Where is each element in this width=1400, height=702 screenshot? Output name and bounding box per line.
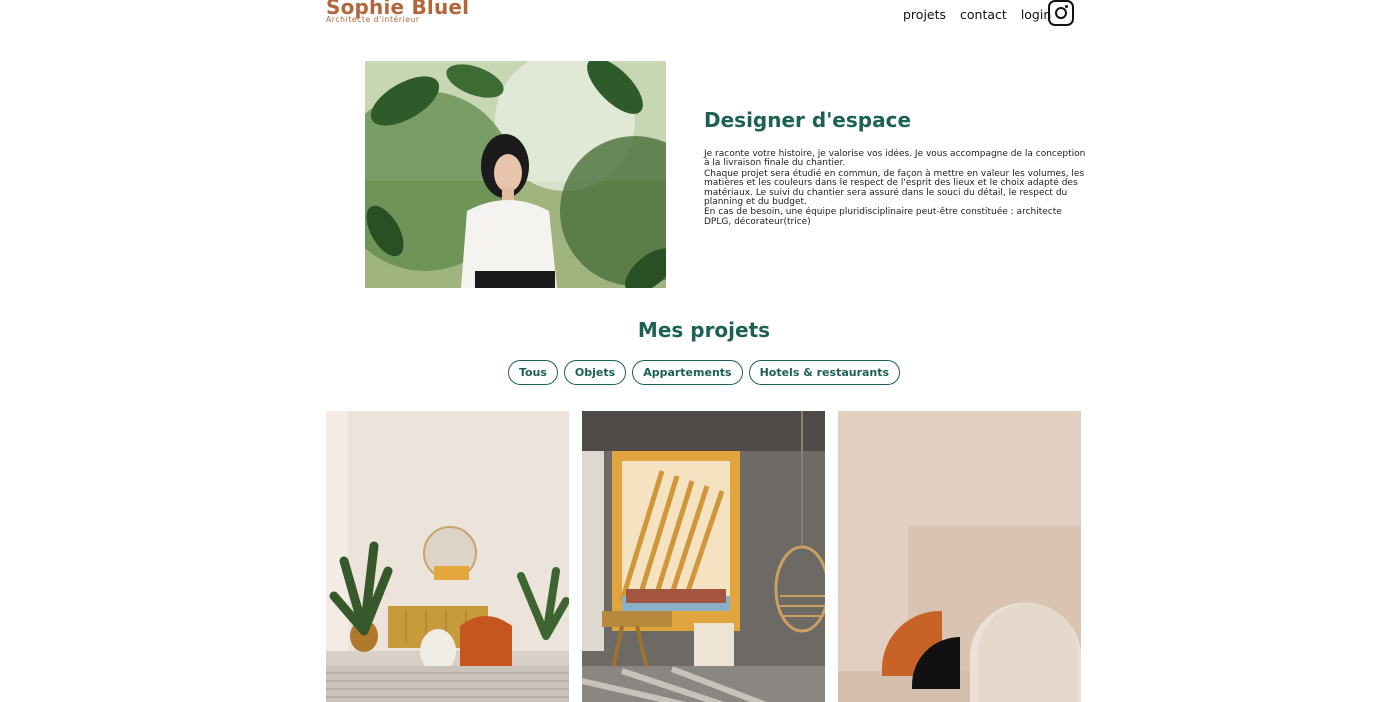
intro-paragraph: Chaque projet sera étudié en commun, de … (704, 168, 1085, 208)
filter-bar: Tous Objets Appartements Hotels & restau… (0, 360, 1400, 385)
main-nav: projets contact login (903, 0, 1051, 28)
logo[interactable]: Sophie Bluel Architecte d'intérieur (326, 0, 469, 24)
nav-link-contact[interactable]: contact (960, 7, 1007, 22)
instagram-icon[interactable] (1048, 0, 1074, 26)
project-image-lounge-window[interactable] (582, 411, 825, 702)
page: Sophie Bluel Architecte d'intérieur proj… (0, 0, 1400, 702)
filter-appartements-button[interactable]: Appartements (632, 360, 743, 385)
nav-link-projets[interactable]: projets (903, 7, 946, 22)
intro-paragraph: En cas de besoin, une équipe pluridiscip… (704, 207, 1062, 227)
filter-tous-button[interactable]: Tous (507, 360, 558, 385)
filter-objets-button[interactable]: Objets (563, 360, 627, 385)
intro-paragraph: Je raconte votre histoire, je valorise v… (704, 149, 1086, 169)
instagram-dot (1065, 5, 1068, 8)
projects-title: Mes projets (637, 318, 771, 342)
intro-text: Je raconte votre histoire, je valorise v… (704, 149, 1089, 228)
intro-title: Designer d'espace (704, 108, 912, 132)
filter-hotels-restaurants-button[interactable]: Hotels & restaurants (748, 360, 901, 385)
project-image-living-room[interactable] (326, 411, 569, 702)
instagram-lens (1055, 7, 1067, 19)
project-gallery (326, 411, 1081, 702)
project-image-arches[interactable] (838, 411, 1081, 702)
nav-link-login[interactable]: login (1021, 7, 1051, 22)
portrait-photo (365, 61, 666, 288)
